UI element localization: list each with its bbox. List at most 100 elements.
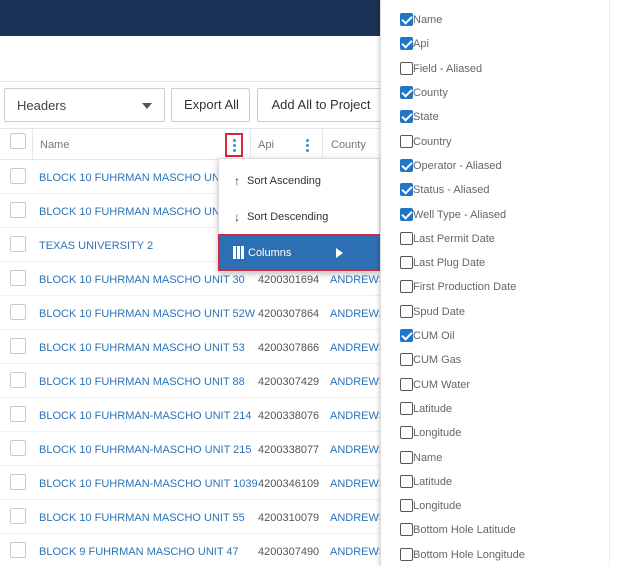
column-option[interactable]: Bottom Hole Latitude: [381, 520, 609, 540]
column-option[interactable]: Operator - Aliased: [381, 156, 609, 176]
column-option[interactable]: Well Type - Aliased: [381, 205, 609, 225]
column-option-label: Spud Date: [413, 306, 465, 318]
arrow-down-icon: ↓: [234, 210, 240, 224]
row-checkbox[interactable]: [10, 202, 26, 218]
view-select-value: Headers: [17, 98, 67, 113]
add-all-to-project-button[interactable]: Add All to Project: [257, 88, 385, 122]
row-checkbox[interactable]: [10, 372, 26, 388]
county-link[interactable]: ANDREWS: [330, 546, 386, 558]
well-name-link[interactable]: BLOCK 10 FUHRMAN-MASCHO UNIT 215: [39, 444, 252, 456]
column-checkbox[interactable]: [400, 523, 413, 536]
column-option-label: Last Permit Date: [413, 233, 495, 245]
column-checkbox[interactable]: [400, 110, 413, 123]
well-name-link[interactable]: TEXAS UNIVERSITY 2: [39, 240, 153, 252]
sort-descending-label: Sort Descending: [247, 211, 329, 223]
county-link[interactable]: ANDREWS: [330, 342, 386, 354]
column-option[interactable]: Latitude: [381, 399, 609, 419]
column-option[interactable]: Status - Aliased: [381, 180, 609, 200]
row-checkbox[interactable]: [10, 508, 26, 524]
column-checkbox[interactable]: [400, 13, 413, 26]
select-all-checkbox[interactable]: [10, 133, 26, 149]
column-option[interactable]: Api: [381, 34, 609, 54]
column-checkbox[interactable]: [400, 475, 413, 488]
column-option[interactable]: CUM Oil: [381, 326, 609, 346]
name-column-menu-button[interactable]: [225, 133, 243, 157]
county-link[interactable]: ANDREWS: [330, 444, 386, 456]
table-row: BLOCK 10 FUHRMAN-MASCHO UNIT 1039 420034…: [0, 466, 386, 500]
export-all-button[interactable]: Export All: [171, 88, 250, 122]
row-checkbox[interactable]: [10, 542, 26, 558]
row-checkbox[interactable]: [10, 406, 26, 422]
well-name-link[interactable]: BLOCK 10 FUHRMAN MASCHO UNIT 55: [39, 512, 245, 524]
well-name-link[interactable]: BLOCK 10 FUHRMAN-MASCHO UNIT 1039: [39, 478, 258, 490]
column-checkbox[interactable]: [400, 135, 413, 148]
county-link[interactable]: ANDREWS: [330, 274, 386, 286]
column-option[interactable]: Field - Aliased: [381, 59, 609, 79]
column-option[interactable]: County: [381, 83, 609, 103]
well-name-link[interactable]: BLOCK 9 FUHRMAN MASCHO UNIT 47: [39, 546, 239, 558]
column-option[interactable]: Last Permit Date: [381, 229, 609, 249]
column-header-name[interactable]: Name: [32, 129, 250, 161]
column-checkbox[interactable]: [400, 86, 413, 99]
column-option[interactable]: Longitude: [381, 423, 609, 443]
well-name-link[interactable]: BLOCK 10 FUHRMAN MASCHO UNIT 88: [39, 376, 245, 388]
row-checkbox[interactable]: [10, 236, 26, 252]
column-option[interactable]: Latitude: [381, 472, 609, 492]
column-checkbox[interactable]: [400, 329, 413, 342]
well-name-link[interactable]: BLOCK 10 FUHRMAN MASCHO UNIT 53: [39, 342, 245, 354]
column-option[interactable]: Bottom Hole Longitude: [381, 545, 609, 565]
column-option[interactable]: Country: [381, 132, 609, 152]
column-checkbox[interactable]: [400, 451, 413, 464]
column-option-label: Name: [413, 452, 443, 464]
well-name-link[interactable]: BLOCK 10 FUHRMAN MASCHO UNIT 5: [39, 206, 239, 218]
well-name-link[interactable]: BLOCK 10 FUHRMAN MASCHO UNIT 30: [39, 274, 245, 286]
column-checkbox[interactable]: [400, 280, 413, 293]
column-header-county[interactable]: County: [322, 129, 380, 161]
column-option[interactable]: First Production Date: [381, 277, 609, 297]
view-select[interactable]: Headers: [4, 88, 165, 122]
column-option[interactable]: Spud Date: [381, 302, 609, 322]
row-checkbox[interactable]: [10, 270, 26, 286]
column-checkbox[interactable]: [400, 183, 413, 196]
column-checkbox[interactable]: [400, 256, 413, 269]
column-option[interactable]: Name: [381, 448, 609, 468]
county-link[interactable]: ANDREWS: [330, 512, 386, 524]
column-checkbox[interactable]: [400, 353, 413, 366]
well-name-link[interactable]: BLOCK 10 FUHRMAN-MASCHO UNIT 214: [39, 410, 252, 422]
row-checkbox[interactable]: [10, 338, 26, 354]
sort-ascending-menu-item[interactable]: ↑ Sort Ascending: [219, 162, 379, 198]
vertical-scrollbar[interactable]: [609, 0, 624, 566]
column-option[interactable]: Name: [381, 10, 609, 30]
column-checkbox[interactable]: [400, 378, 413, 391]
column-option[interactable]: Longitude: [381, 496, 609, 516]
column-option[interactable]: Last Plug Date: [381, 253, 609, 273]
column-checkbox[interactable]: [400, 499, 413, 512]
sort-descending-menu-item[interactable]: ↓ Sort Descending: [219, 198, 379, 234]
county-link[interactable]: ANDREWS: [330, 478, 386, 490]
county-link[interactable]: ANDREWS: [330, 308, 386, 320]
column-checkbox[interactable]: [400, 37, 413, 50]
column-checkbox[interactable]: [400, 548, 413, 561]
column-checkbox[interactable]: [400, 232, 413, 245]
column-option[interactable]: State: [381, 107, 609, 127]
well-name-link[interactable]: BLOCK 10 FUHRMAN MASCHO UNIT 52W: [39, 308, 255, 320]
well-name-link[interactable]: BLOCK 10 FUHRMAN MASCHO UNIT 1: [39, 172, 239, 184]
row-checkbox[interactable]: [10, 168, 26, 184]
column-option[interactable]: CUM Water: [381, 375, 609, 395]
column-checkbox[interactable]: [400, 305, 413, 318]
row-checkbox[interactable]: [10, 304, 26, 320]
column-checkbox[interactable]: [400, 159, 413, 172]
column-checkbox[interactable]: [400, 426, 413, 439]
columns-menu-item[interactable]: Columns: [218, 234, 381, 271]
column-option-label: Field - Aliased: [413, 63, 483, 75]
row-checkbox[interactable]: [10, 440, 26, 456]
county-link[interactable]: ANDREWS: [330, 376, 386, 388]
column-checkbox[interactable]: [400, 62, 413, 75]
county-link[interactable]: ANDREWS: [330, 410, 386, 422]
column-option[interactable]: CUM Gas: [381, 350, 609, 370]
column-option-label: Latitude: [413, 403, 453, 415]
api-column-menu-button[interactable]: [300, 136, 314, 156]
row-checkbox[interactable]: [10, 474, 26, 490]
column-checkbox[interactable]: [400, 402, 413, 415]
column-checkbox[interactable]: [400, 208, 413, 221]
